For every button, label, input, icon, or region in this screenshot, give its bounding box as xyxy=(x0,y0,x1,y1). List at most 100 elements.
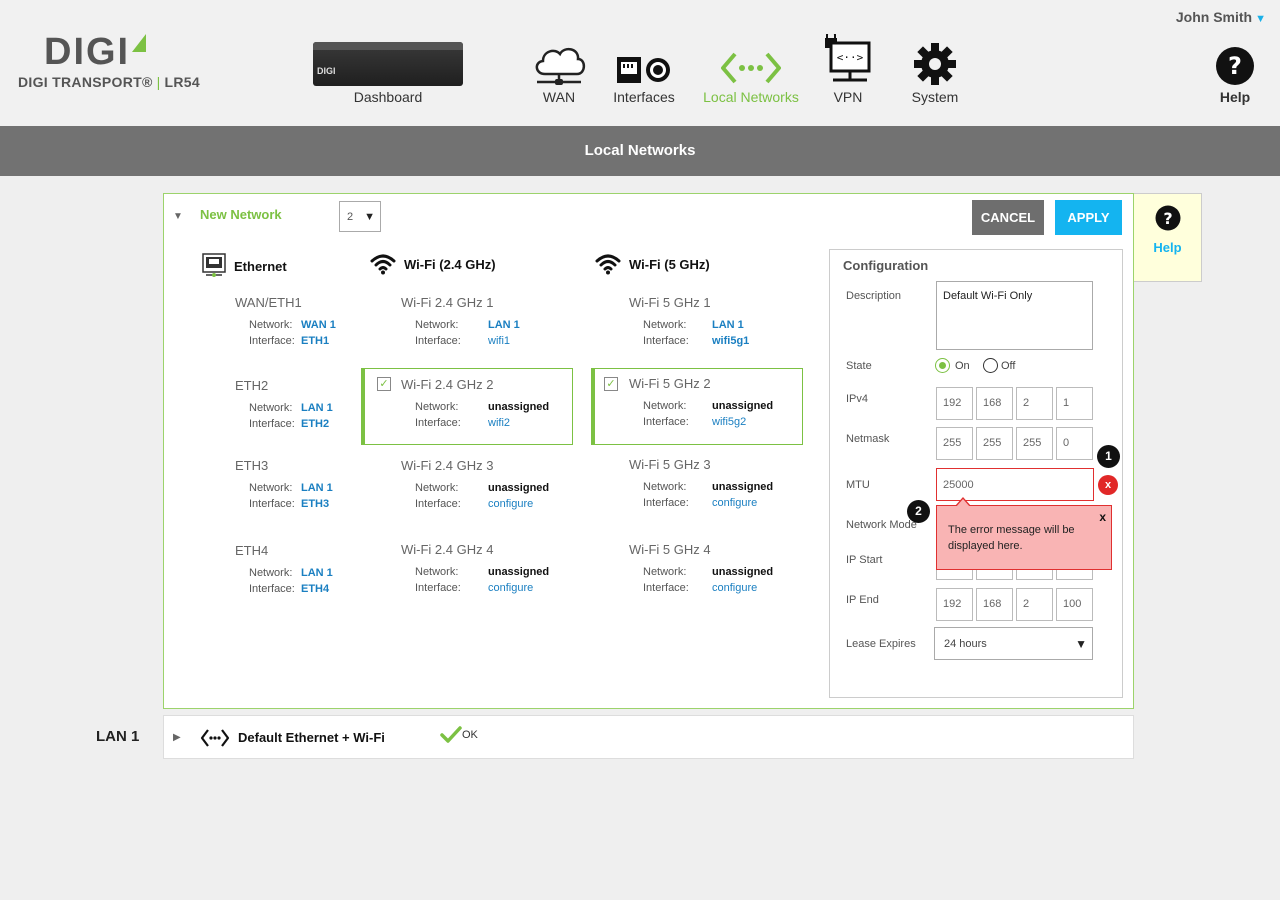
network-value: unassigned xyxy=(488,566,550,578)
ip-end-octet-3[interactable]: 2 xyxy=(1016,588,1053,621)
caret-down-icon: ▼ xyxy=(1255,13,1266,25)
network-link[interactable]: LAN 1 xyxy=(712,319,744,331)
interface-link[interactable]: wifi5g2 xyxy=(712,416,746,428)
interface-label: Interface: xyxy=(249,418,295,430)
network-label: Network: xyxy=(643,566,687,578)
netmask-octet-3[interactable]: 255 xyxy=(1016,427,1053,460)
network-link[interactable]: LAN 1 xyxy=(301,402,333,414)
user-menu[interactable]: John Smith ▼ xyxy=(1176,9,1266,25)
network-value: unassigned xyxy=(488,401,550,413)
svg-text:<··>: <··> xyxy=(837,51,864,64)
ipv4-label: IPv4 xyxy=(846,393,869,405)
configure-link[interactable]: configure xyxy=(712,582,757,594)
interface-link[interactable]: ETH3 xyxy=(301,498,329,510)
nav-interfaces[interactable]: Interfaces xyxy=(608,38,680,105)
netmask-octet-1[interactable]: 255 xyxy=(936,427,973,460)
nav-local-networks[interactable]: Local Networks xyxy=(700,38,802,105)
state-off-label: Off xyxy=(1001,360,1016,372)
ipv4-octet-3[interactable]: 2 xyxy=(1016,387,1053,420)
product-name: DIGI TRANSPORT® xyxy=(18,74,153,90)
ethernet-item: ETH2 Network: LAN 1 Interface: ETH2 xyxy=(235,378,333,432)
netmask-octet-4[interactable]: 0 xyxy=(1056,427,1093,460)
wifi-icon xyxy=(595,254,621,275)
collapse-caret-icon[interactable]: ▼ xyxy=(173,211,183,222)
nav-wan[interactable]: WAN xyxy=(527,38,591,105)
nav-vpn[interactable]: <··> VPN xyxy=(818,34,878,105)
ip-end-label: IP End xyxy=(846,594,879,606)
network-label: Network: xyxy=(249,482,293,494)
page-title: Local Networks xyxy=(0,126,1280,176)
interface-link[interactable]: ETH1 xyxy=(301,335,329,347)
configure-link[interactable]: configure xyxy=(712,497,757,509)
network-number-select[interactable]: 2 ▼ xyxy=(339,201,381,232)
configure-link[interactable]: configure xyxy=(488,582,533,594)
help-side-panel[interactable]: ? Help xyxy=(1134,193,1202,282)
wifi5-2-checkbox[interactable]: ✓ xyxy=(604,377,618,391)
expand-caret-icon[interactable]: ▶ xyxy=(173,732,181,743)
dropdown-arrow-icon: ▼ xyxy=(364,211,375,223)
dropdown-arrow-icon: ▼ xyxy=(1075,637,1087,651)
interface-label: Interface: xyxy=(643,335,689,347)
network-value: unassigned xyxy=(712,566,774,578)
apply-button[interactable]: APPLY xyxy=(1055,200,1122,235)
network-link[interactable]: LAN 1 xyxy=(301,567,333,579)
network-label: Network: xyxy=(249,319,293,331)
nav-dashboard[interactable]: DIGI Dashboard xyxy=(313,38,463,105)
wifi5-item: Wi-Fi 5 GHz 2 Network: unassigned Interfa… xyxy=(629,376,773,430)
wifi24-item: Wi-Fi 2.4 GHz 1 Network: LAN 1 Interface:… xyxy=(401,295,520,349)
help-icon: ? xyxy=(1216,47,1254,85)
interface-label: Interface: xyxy=(643,497,689,509)
network-label: Network: xyxy=(249,567,293,579)
annotation-badge-1: 1 xyxy=(1097,445,1120,468)
wifi24-item: Wi-Fi 2.4 GHz 2 Network: unassigned Inter… xyxy=(401,377,549,431)
netmask-octet-2[interactable]: 255 xyxy=(976,427,1013,460)
interfaces-icon xyxy=(617,57,670,83)
lan-row[interactable]: ▶ Default Ethernet + Wi-Fi OK xyxy=(163,715,1134,759)
state-on-radio[interactable] xyxy=(935,358,950,373)
user-name: John Smith xyxy=(1175,9,1253,25)
item-name: WAN/ETH1 xyxy=(235,295,302,310)
wifi24-2-checkbox[interactable]: ✓ xyxy=(377,377,391,391)
interface-link[interactable]: ETH2 xyxy=(301,418,329,430)
lease-expires-select[interactable]: 24 hours ▼ xyxy=(934,627,1093,660)
ip-end-octet-4[interactable]: 100 xyxy=(1056,588,1093,621)
ipv4-octet-4[interactable]: 1 xyxy=(1056,387,1093,420)
interface-label: Interface: xyxy=(415,417,461,429)
nav-system[interactable]: System xyxy=(904,38,966,105)
wifi5-column-header: Wi-Fi (5 GHz) xyxy=(595,253,710,275)
vpn-icon: <··> xyxy=(825,34,871,82)
configure-link[interactable]: configure xyxy=(488,498,533,510)
item-name: Wi-Fi 5 GHz 3 xyxy=(629,457,711,472)
interface-label: Interface: xyxy=(643,416,689,428)
ip-end-octet-1[interactable]: 192 xyxy=(936,588,973,621)
panel-title: New Network xyxy=(200,207,282,222)
interface-link[interactable]: wifi2 xyxy=(488,417,510,429)
item-name: Wi-Fi 2.4 GHz 1 xyxy=(401,295,494,310)
ethernet-header-label: Ethernet xyxy=(234,258,287,274)
device-text: DIGI xyxy=(317,66,336,76)
network-link[interactable]: LAN 1 xyxy=(301,482,333,494)
item-name: ETH2 xyxy=(235,378,269,393)
state-off-radio[interactable] xyxy=(983,358,998,373)
close-icon[interactable]: x xyxy=(1099,509,1106,525)
interface-link[interactable]: ETH4 xyxy=(301,583,329,595)
ipv4-octet-2[interactable]: 168 xyxy=(976,387,1013,420)
interface-link[interactable]: wifi5g1 xyxy=(712,335,749,347)
new-network-panel: ▼ New Network 2 ▼ CANCEL APPLY Ethernet xyxy=(163,193,1134,709)
status-ok-label: OK xyxy=(462,729,478,741)
nav-help[interactable]: ? Help xyxy=(1210,38,1260,105)
network-value: unassigned xyxy=(712,481,774,493)
ip-end-octet-2[interactable]: 168 xyxy=(976,588,1013,621)
cancel-button[interactable]: CANCEL xyxy=(972,200,1044,235)
interface-link[interactable]: wifi1 xyxy=(488,335,510,347)
local-network-icon xyxy=(721,52,781,84)
network-label: Network: xyxy=(415,482,459,494)
network-number-value: 2 xyxy=(347,211,354,223)
wifi-icon xyxy=(370,254,396,275)
state-label: State xyxy=(846,360,872,372)
description-field[interactable]: Default Wi-Fi Only xyxy=(936,281,1093,350)
ipv4-octet-1[interactable]: 192 xyxy=(936,387,973,420)
cloud-icon xyxy=(535,47,586,85)
network-link[interactable]: LAN 1 xyxy=(488,319,520,331)
network-link[interactable]: WAN 1 xyxy=(301,319,336,331)
